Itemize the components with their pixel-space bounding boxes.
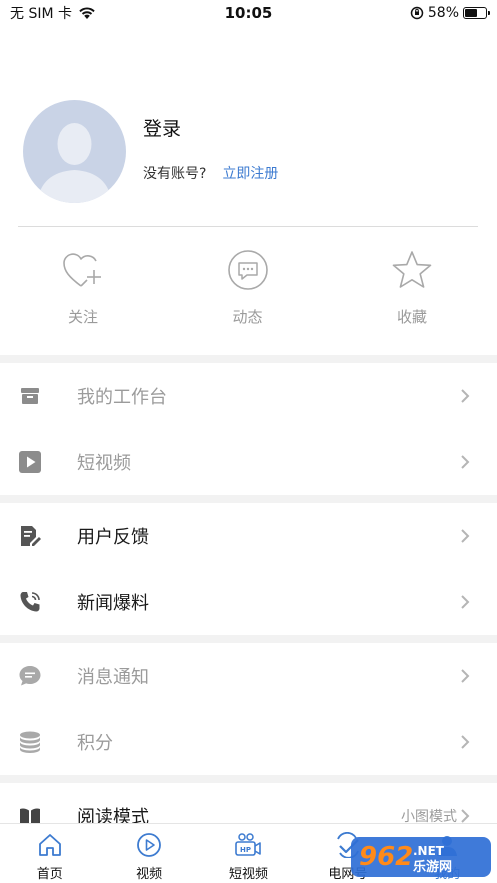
tab-home-label: 首页 xyxy=(36,867,63,882)
follow-button[interactable]: 关注 xyxy=(40,248,126,332)
menu-label-workbench: 我的工作台 xyxy=(77,387,167,408)
profile-header: 登录 没有账号? 立即注册 xyxy=(23,100,483,204)
rotation-lock-icon xyxy=(410,6,424,20)
phone-call-icon xyxy=(20,592,40,612)
status-left: 无 SIM 卡 xyxy=(10,3,96,23)
section-gap xyxy=(0,775,497,783)
menu-item-feedback[interactable]: 用户反馈 xyxy=(0,503,497,569)
carrier-label: 无 SIM 卡 xyxy=(10,6,72,22)
watermark-suffix: .NET xyxy=(413,844,445,858)
menu-label-short-video: 短视频 xyxy=(77,453,131,474)
battery-fill xyxy=(465,9,477,17)
tab-short-video[interactable]: HP 短视频 xyxy=(199,824,298,883)
chevron-right-icon xyxy=(461,455,470,469)
menu-item-notifications[interactable]: 消息通知 xyxy=(0,643,497,709)
menu-item-short-video[interactable]: 短视频 xyxy=(0,429,497,495)
activity-label: 动态 xyxy=(232,308,263,326)
profile-divider xyxy=(18,226,478,227)
chat-bubble-icon xyxy=(227,250,268,290)
message-bubble-icon xyxy=(19,666,41,686)
avatar[interactable] xyxy=(23,100,126,203)
heart-plus-icon xyxy=(63,253,101,287)
chevron-right-icon xyxy=(461,389,470,403)
menu-item-points[interactable]: 积分 xyxy=(0,709,497,775)
no-account-text: 没有账号? xyxy=(143,166,207,182)
watermark-logo: 962 .NET 乐游网 xyxy=(351,833,491,879)
favorites-button[interactable]: 收藏 xyxy=(369,248,455,332)
menu-item-workbench[interactable]: 我的工作台 xyxy=(0,363,497,429)
menu-label-news-tip: 新闻爆料 xyxy=(77,593,149,614)
wifi-icon xyxy=(79,7,95,19)
chevron-right-icon xyxy=(461,595,470,609)
register-line: 没有账号? 立即注册 xyxy=(143,163,278,183)
database-icon xyxy=(20,731,40,753)
favorites-label: 收藏 xyxy=(396,308,427,326)
quick-actions: 关注 动态 收藏 xyxy=(0,248,497,332)
login-link[interactable]: 登录 xyxy=(143,114,181,141)
menu-item-news-tip[interactable]: 新闻爆料 xyxy=(0,569,497,635)
menu-label-feedback: 用户反馈 xyxy=(77,527,149,548)
menu-label-points: 积分 xyxy=(77,733,113,754)
play-square-icon xyxy=(19,451,41,473)
status-right: 58% xyxy=(410,5,490,21)
play-circle-icon xyxy=(137,833,161,857)
edit-document-icon xyxy=(21,526,41,546)
follow-label: 关注 xyxy=(67,308,98,326)
battery-percent: 58% xyxy=(427,5,459,21)
star-icon xyxy=(392,251,432,288)
tab-video[interactable]: 视频 xyxy=(99,824,198,883)
section-gap xyxy=(0,635,497,643)
status-bar: 无 SIM 卡 10:05 58% xyxy=(0,0,497,26)
tab-short-video-label: 短视频 xyxy=(228,867,268,882)
chevron-right-icon xyxy=(461,669,470,683)
archive-box-icon xyxy=(21,388,39,404)
watermark-subtitle: 乐游网 xyxy=(413,859,452,875)
default-avatar-icon xyxy=(37,123,112,203)
home-icon xyxy=(38,834,61,856)
chevron-right-icon xyxy=(461,809,470,823)
tab-video-label: 视频 xyxy=(136,867,163,882)
section-gap xyxy=(0,495,497,503)
menu-label-notifications: 消息通知 xyxy=(77,667,149,688)
tab-home[interactable]: 首页 xyxy=(0,824,99,883)
battery-icon xyxy=(463,7,490,19)
register-link[interactable]: 立即注册 xyxy=(222,163,278,183)
chevron-right-icon xyxy=(461,529,470,543)
activity-button[interactable]: 动态 xyxy=(205,248,291,332)
section-gap xyxy=(0,355,497,363)
hp-video-icon: HP xyxy=(235,833,262,856)
watermark-brand: 962 xyxy=(359,842,413,872)
chevron-right-icon xyxy=(461,735,470,749)
svg-text:HP: HP xyxy=(240,846,251,854)
